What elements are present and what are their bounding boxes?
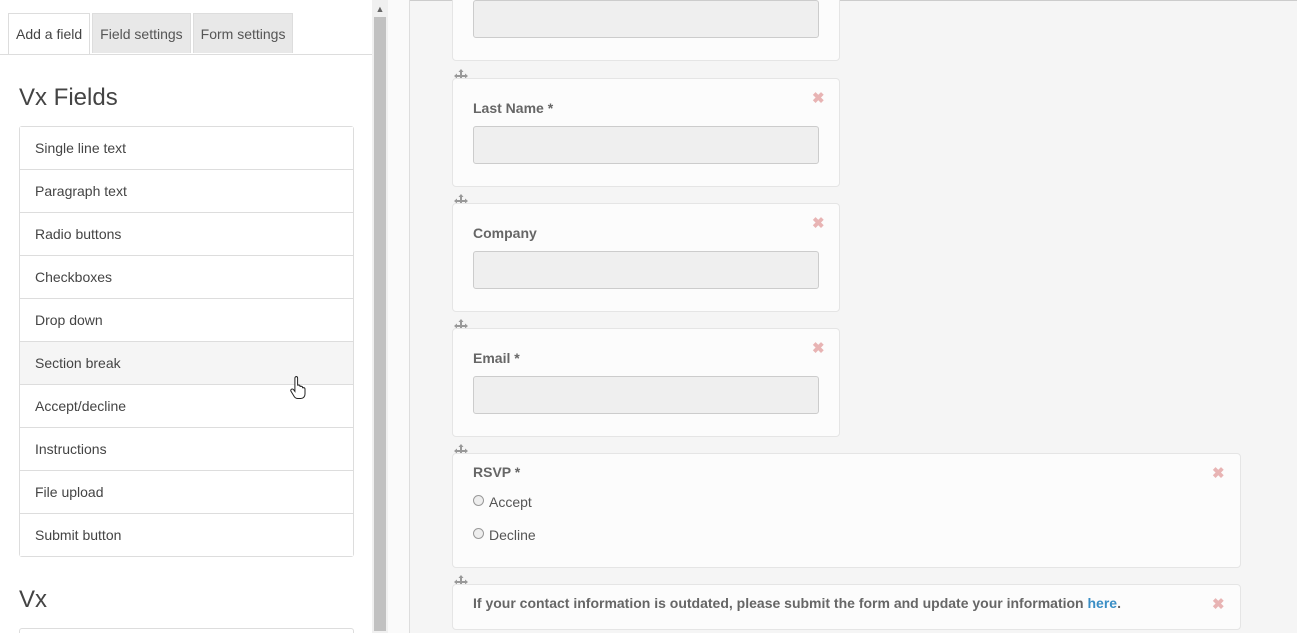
close-icon[interactable]: ✖ [812,339,825,357]
scroll-up-arrow-icon[interactable]: ▲ [372,0,388,17]
field-item-paragraph-text[interactable]: Paragraph text [20,170,353,213]
tab-add-a-field[interactable]: Add a field [8,13,91,55]
tab-form-settings[interactable]: Form settings [192,13,294,53]
field-label: Company [473,225,537,241]
group-title-vx: Vx [19,586,48,613]
radio-label: Accept [489,494,532,510]
instructions-body: If your contact information is outdated,… [473,595,1088,611]
tab-bar: Add a field Field settings Form settings [8,13,295,55]
tab-field-settings[interactable]: Field settings [92,13,191,53]
field-list: Single line text Paragraph text Radio bu… [19,126,354,557]
form-field-card-rsvp[interactable]: RSVP * Accept Decline ✖ [452,453,1241,568]
radio-label: Decline [489,527,536,543]
panel-divider [388,0,410,633]
instructions-text: If your contact information is outdated,… [473,595,1121,611]
field-item-checkboxes[interactable]: Checkboxes [20,256,353,299]
scroll-thumb[interactable] [374,17,386,631]
field-item-single-line-text[interactable]: Single line text [20,127,353,170]
sidebar-scrollbar[interactable]: ▲ [372,0,388,633]
field-label: Email * [473,350,520,366]
field-item-submit-button[interactable]: Submit button [20,514,353,556]
form-canvas: Last Name * ✖ Company ✖ Email * ✖ RSVP *… [410,0,1297,633]
field-item-radio-buttons[interactable]: Radio buttons [20,213,353,256]
close-icon[interactable]: ✖ [812,214,825,232]
form-field-card-email[interactable]: Email * ✖ [452,328,840,437]
form-field-card-instructions[interactable]: If your contact information is outdated,… [452,584,1241,630]
radio-button[interactable] [473,494,484,506]
update-info-link[interactable]: here [1088,595,1118,611]
group-title-vx-fields: Vx Fields [19,84,118,111]
close-icon[interactable]: ✖ [1212,464,1225,482]
text-input-preview [473,0,819,38]
field-item-drop-down[interactable]: Drop down [20,299,353,342]
close-icon[interactable]: ✖ [1212,595,1225,613]
radio-option-accept[interactable]: Accept [473,494,532,510]
text-input-preview [473,251,819,289]
hand-cursor-icon [290,376,306,399]
field-label: RSVP * [473,464,521,480]
close-icon[interactable]: ✖ [812,89,825,107]
field-item-file-upload[interactable]: File upload [20,471,353,514]
form-field-card-company[interactable]: Company ✖ [452,203,840,312]
radio-button[interactable] [473,527,484,539]
instructions-end: . [1117,595,1121,611]
text-input-preview [473,376,819,414]
field-item-instructions[interactable]: Instructions [20,428,353,471]
field-label: Last Name * [473,100,554,116]
field-list-vx [19,628,354,633]
sidebar: Add a field Field settings Form settings… [0,0,372,633]
form-field-card[interactable] [452,0,840,61]
form-field-card-last-name[interactable]: Last Name * ✖ [452,78,840,187]
tab-divider [0,54,372,55]
text-input-preview [473,126,819,164]
radio-option-decline[interactable]: Decline [473,527,536,543]
